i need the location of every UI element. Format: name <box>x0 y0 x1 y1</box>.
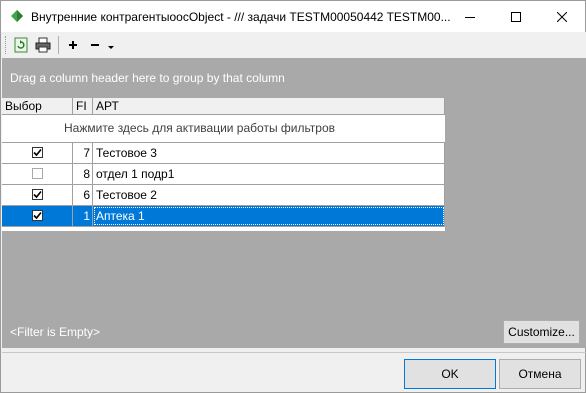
art-cell: отдел 1 подр1 <box>93 164 445 184</box>
art-cell: Тестовое 3 <box>93 143 445 163</box>
dropdown-arrow-icon <box>108 46 114 49</box>
checkmark-icon <box>33 190 42 199</box>
fi-cell: 7 <box>73 143 93 163</box>
print-button[interactable] <box>33 35 53 55</box>
checkmark-icon <box>33 211 42 220</box>
maximize-icon <box>511 11 521 22</box>
add-button[interactable] <box>63 35 83 55</box>
minimize-button[interactable] <box>447 1 493 32</box>
maximize-button[interactable] <box>493 1 539 32</box>
cancel-button[interactable]: Отмена <box>499 359 581 389</box>
toolbar-dropdown[interactable] <box>105 35 117 55</box>
app-icon <box>10 9 24 23</box>
grid-empty-area <box>445 98 586 316</box>
minus-icon <box>91 44 99 46</box>
remove-button[interactable] <box>85 35 105 55</box>
ok-button[interactable]: OK <box>404 359 496 389</box>
print-icon <box>35 37 51 53</box>
grid-empty-area-bottom <box>2 231 445 316</box>
art-cell: Тестовое 2 <box>93 185 445 205</box>
fi-cell: 6 <box>73 185 93 205</box>
filter-activation-row[interactable]: Нажмите здесь для активации работы фильт… <box>2 115 445 143</box>
column-header-select[interactable]: Выбор <box>2 98 73 115</box>
select-cell[interactable] <box>2 164 73 184</box>
close-icon <box>557 11 567 22</box>
fi-cell: 8 <box>73 164 93 184</box>
refresh-icon <box>14 37 28 53</box>
minimize-icon <box>465 16 475 18</box>
group-by-hint: Drag a column header here to group by th… <box>10 71 285 85</box>
select-cell[interactable] <box>2 185 73 205</box>
row-checkbox[interactable] <box>32 210 43 221</box>
column-header-fi[interactable]: FI <box>73 98 93 115</box>
art-cell: Аптека 1 <box>93 206 445 226</box>
toolbar-separator <box>58 36 59 54</box>
table-row[interactable]: 7 Тестовое 3 <box>2 143 445 164</box>
select-cell[interactable] <box>2 143 73 163</box>
fi-cell: 1 <box>73 206 93 226</box>
table-row[interactable]: 8 отдел 1 подр1 <box>2 164 445 185</box>
row-checkbox[interactable] <box>32 168 43 179</box>
filter-status-bar: <Filter is Empty> Customize... <box>2 316 586 348</box>
toolbar <box>2 32 586 58</box>
customize-button[interactable]: Customize... <box>503 320 580 344</box>
table-row[interactable]: 6 Тестовое 2 <box>2 185 445 206</box>
dialog-window: Внутренние контрагентыоосObject - /// за… <box>0 0 586 393</box>
toolbar-grip[interactable] <box>5 36 8 54</box>
row-checkbox[interactable] <box>32 189 43 200</box>
data-grid: Выбор FI АРТ Нажмите здесь для активации… <box>2 98 586 316</box>
filter-prompt: Нажмите здесь для активации работы фильт… <box>64 121 336 135</box>
title-bar[interactable]: Внутренние контрагентыоосObject - /// за… <box>1 1 585 32</box>
refresh-button[interactable] <box>11 35 31 55</box>
table-row-selected[interactable]: 1 Аптека 1 <box>2 206 445 227</box>
close-button[interactable] <box>539 1 585 32</box>
footer-divider <box>2 352 586 353</box>
window-title: Внутренние контрагентыоосObject - /// за… <box>31 10 451 24</box>
filter-status-text[interactable]: <Filter is Empty> <box>10 325 100 339</box>
column-header-art[interactable]: АРТ <box>93 98 445 115</box>
checkmark-icon <box>33 148 42 157</box>
group-by-panel[interactable]: Drag a column header here to group by th… <box>2 58 586 98</box>
row-checkbox[interactable] <box>32 147 43 158</box>
plus-icon <box>69 41 77 49</box>
select-cell[interactable] <box>2 206 73 226</box>
